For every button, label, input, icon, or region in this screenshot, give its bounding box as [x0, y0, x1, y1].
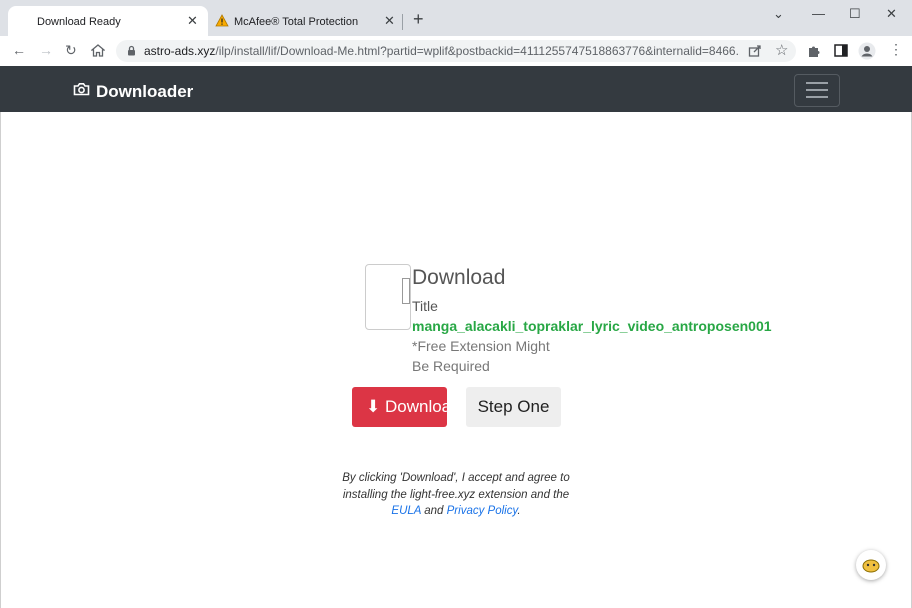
download-button-label: Download [384, 397, 447, 416]
close-window-icon[interactable]: ✕ [886, 6, 897, 22]
warning-icon [215, 14, 229, 27]
minimize-icon[interactable]: — [812, 6, 825, 21]
legal-text: By clicking 'Download', I accept and agr… [340, 470, 572, 520]
tab-separator [402, 14, 403, 30]
reload-icon[interactable]: ↻ [65, 42, 77, 59]
legal-end: . [517, 505, 521, 517]
tab-title-download-ready: Download Ready [37, 16, 121, 28]
zipper-icon [402, 278, 410, 304]
legal-body: By clicking 'Download', I accept and agr… [342, 472, 570, 501]
legal-and: and [424, 505, 444, 517]
lock-icon[interactable] [127, 45, 136, 56]
share-icon[interactable] [748, 44, 762, 57]
bookmark-star-icon[interactable]: ☆ [775, 41, 788, 59]
profile-avatar-icon[interactable] [858, 42, 876, 60]
download-arrow-icon: ⬇ [366, 397, 381, 416]
privacy-policy-link[interactable]: Privacy Policy [447, 505, 518, 517]
hamburger-line [806, 82, 828, 84]
download-button-content: ⬇ Download [366, 397, 447, 417]
file-name: manga_alacakli_topraklar_lyric_video_ant… [412, 318, 772, 334]
download-button[interactable]: ⬇ Download [352, 387, 447, 427]
new-tab-icon[interactable]: + [413, 9, 424, 30]
camera-icon [73, 83, 90, 96]
url-path: /ilp/install/lif/Download-Me.html?partid… [215, 44, 740, 58]
close-tab-icon[interactable]: ✕ [384, 13, 395, 29]
navbar-menu-toggle[interactable] [794, 74, 840, 107]
url-text[interactable]: astro-ads.xyz/ilp/install/lif/Download-M… [144, 44, 740, 58]
close-tab-icon[interactable]: ✕ [187, 13, 198, 29]
title-label: Title [412, 298, 438, 314]
home-icon[interactable] [91, 44, 105, 57]
more-menu-icon[interactable]: ⋮ [889, 41, 903, 58]
extension-note: *Free Extension Might Be Required [412, 338, 550, 374]
step-one-button[interactable]: Step One [466, 387, 561, 427]
hamburger-line [806, 96, 828, 98]
hamburger-line [806, 89, 828, 91]
side-panel-icon[interactable] [834, 44, 848, 57]
floating-helper-button[interactable] [856, 550, 886, 580]
maximize-icon[interactable]: ☐ [849, 6, 861, 22]
tab-search-icon[interactable]: ⌄ [773, 6, 784, 22]
extensions-puzzle-icon[interactable] [807, 44, 821, 58]
back-icon[interactable]: ← [12, 42, 26, 58]
eula-link[interactable]: EULA [391, 505, 421, 517]
url-host: astro-ads.xyz [144, 44, 216, 58]
site-brand[interactable]: Downloader [96, 82, 193, 102]
chat-bubble-icon [862, 559, 880, 573]
download-heading: Download [412, 266, 506, 289]
tab-title-mcafee[interactable]: McAfee® Total Protection [234, 16, 358, 28]
forward-icon[interactable]: → [39, 42, 53, 58]
